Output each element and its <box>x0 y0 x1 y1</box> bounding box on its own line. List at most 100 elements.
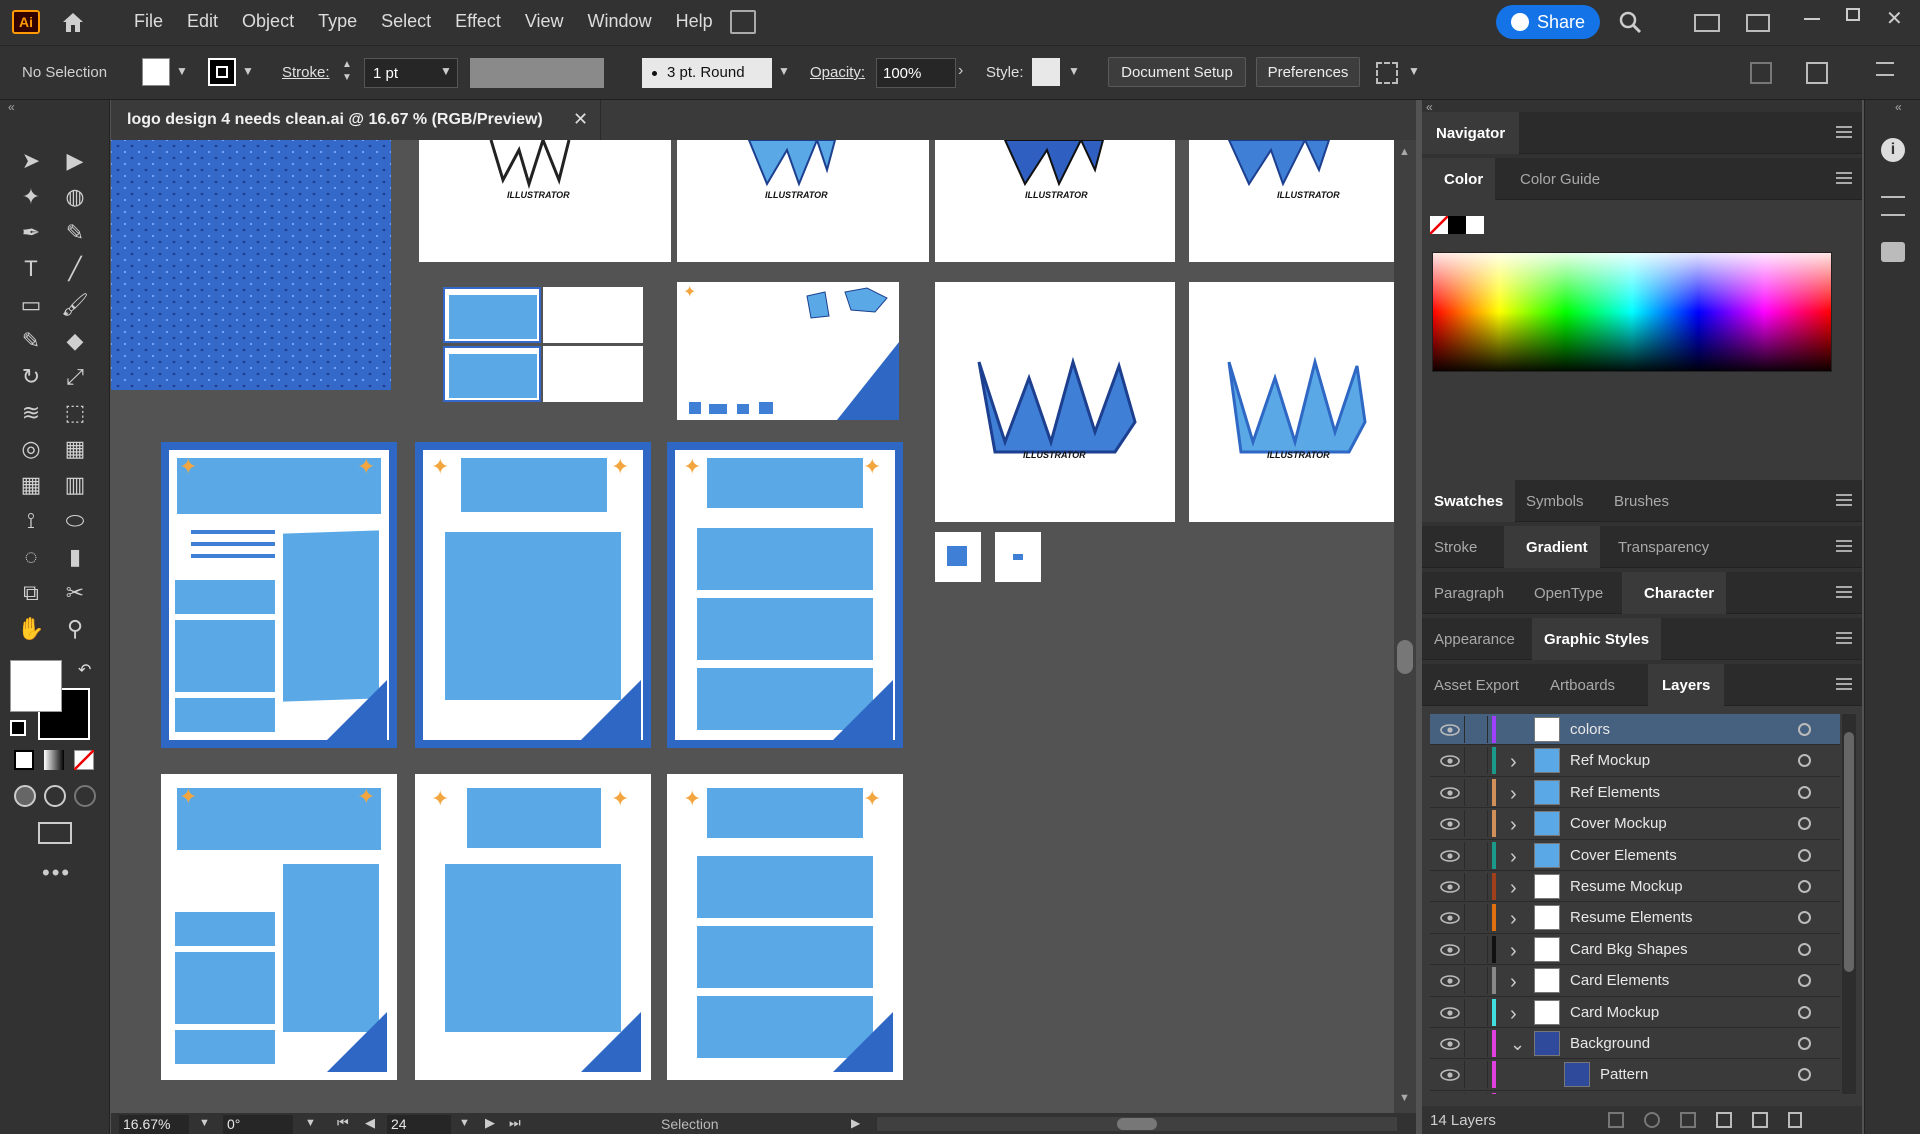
eyedropper-tool-icon[interactable]: ⟟ <box>14 506 48 536</box>
target-circle-icon[interactable] <box>1798 1037 1811 1050</box>
transform-dropdown-icon[interactable]: ▼ <box>1408 64 1420 78</box>
tab-gradient[interactable]: Gradient <box>1504 526 1600 568</box>
layer-name[interactable]: colors <box>1570 721 1610 738</box>
layer-name[interactable]: Ref Elements <box>1570 784 1660 801</box>
chevron-right-icon[interactable]: › <box>1510 783 1524 805</box>
elements-artboard[interactable]: ✦ <box>677 282 899 420</box>
lasso-tool-icon[interactable]: ◍ <box>58 182 92 212</box>
gradient-tool-icon[interactable]: ▥ <box>58 470 92 500</box>
layer-name[interactable]: Resume Elements <box>1570 909 1693 926</box>
symbol-sprayer-tool-icon[interactable]: ◌ <box>14 542 48 572</box>
zoom-input[interactable]: 16.67% <box>119 1115 189 1134</box>
lock-toggle[interactable] <box>1464 967 1488 995</box>
artboard-canvas[interactable]: ILLUSTRATOR ILLUSTRATOR ILLUSTRATOR ILLU… <box>111 140 1394 1113</box>
variable-width-profile[interactable] <box>470 58 604 88</box>
share-button[interactable]: Share <box>1496 5 1600 39</box>
width-tool-icon[interactable]: ≋ <box>14 398 48 428</box>
layer-name[interactable]: Cover Mockup <box>1570 815 1667 832</box>
panel-menu-icon[interactable] <box>1876 62 1894 76</box>
next-artboard-icon[interactable]: ▶ <box>485 1115 495 1131</box>
preferences-button[interactable]: Preferences <box>1256 57 1360 87</box>
layer-name[interactable]: Card Bkg Shapes <box>1570 941 1688 958</box>
menu-file[interactable]: File <box>134 11 163 32</box>
new-sublayer-icon[interactable] <box>1716 1112 1732 1128</box>
horizontal-scroll-thumb[interactable] <box>1117 1118 1157 1130</box>
chevron-right-icon[interactable]: › <box>1510 814 1524 836</box>
layer-row[interactable]: › Cover Elements <box>1430 840 1840 871</box>
style-dropdown-icon[interactable]: ▼ <box>1068 64 1080 78</box>
screen-mode-icon[interactable] <box>38 822 72 844</box>
status-menu-icon[interactable]: ▶ <box>851 1116 860 1130</box>
white-swatch[interactable] <box>1466 216 1484 234</box>
layer-row[interactable]: Pattern <box>1430 1059 1840 1091</box>
tab-asset-export[interactable]: Asset Export <box>1422 664 1531 706</box>
none-mode-icon[interactable] <box>74 750 94 770</box>
menu-view[interactable]: View <box>525 11 564 32</box>
chevron-right-icon[interactable]: › <box>1510 877 1524 899</box>
logo-artboard-5[interactable]: ILLUSTRATOR <box>935 282 1175 522</box>
swap-colors-icon[interactable]: ↶ <box>78 660 91 680</box>
zoom-tool-icon[interactable]: ⚲ <box>58 614 92 644</box>
opacity-input[interactable]: 100% <box>876 58 956 88</box>
opacity-arrow-icon[interactable]: › <box>958 62 963 80</box>
visibility-eye-icon[interactable] <box>1440 880 1460 893</box>
direct-selection-tool-icon[interactable]: ▶ <box>58 146 92 176</box>
business-card-back-1[interactable] <box>543 287 643 343</box>
business-card-front-1[interactable] <box>443 287 541 343</box>
search-icon[interactable] <box>1618 10 1642 34</box>
slice-tool-icon[interactable]: ✂ <box>58 578 92 608</box>
layer-row[interactable]: › Cover Mockup <box>1430 808 1840 840</box>
layer-row[interactable]: colors <box>1430 714 1840 746</box>
layer-row[interactable]: ⌄ Background <box>1430 1028 1840 1060</box>
layers-scrollbar[interactable] <box>1842 714 1856 1094</box>
line-segment-tool-icon[interactable]: ╱ <box>58 254 92 284</box>
target-circle-icon[interactable] <box>1798 1005 1811 1019</box>
tab-appearance[interactable]: Appearance <box>1422 618 1527 660</box>
type-tool-icon[interactable]: T <box>14 254 48 284</box>
adjustments-icon[interactable] <box>1881 196 1905 216</box>
panel-menu-icon[interactable] <box>1836 678 1852 690</box>
layer-row[interactable]: › Ref Mockup <box>1430 745 1840 777</box>
touch-workspace-icon[interactable] <box>730 10 756 34</box>
stroke-stepper[interactable]: ▲ ▼ <box>342 58 362 88</box>
logo-artboard-2[interactable]: ILLUSTRATOR <box>677 140 929 262</box>
brush-dropdown-icon[interactable]: ▼ <box>778 64 790 78</box>
lock-toggle[interactable] <box>1464 778 1488 806</box>
locate-object-icon[interactable] <box>1644 1112 1660 1128</box>
pen-tool-icon[interactable]: ✒ <box>14 218 48 248</box>
target-circle-icon[interactable] <box>1798 723 1811 736</box>
layer-name[interactable]: Cover Elements <box>1570 847 1677 864</box>
tab-stroke[interactable]: Stroke <box>1422 526 1489 568</box>
draw-behind-icon[interactable] <box>44 785 66 807</box>
layers-scroll-thumb[interactable] <box>1844 732 1854 972</box>
perspective-grid-tool-icon[interactable]: ▦ <box>58 434 92 464</box>
chevron-right-icon[interactable]: › <box>1510 908 1524 930</box>
target-circle-icon[interactable] <box>1798 911 1811 925</box>
color-mode-icon[interactable] <box>14 750 34 770</box>
lock-toggle[interactable] <box>1464 841 1488 869</box>
visibility-eye-icon[interactable] <box>1440 817 1460 830</box>
layer-row[interactable]: › Resume Mockup <box>1430 871 1840 903</box>
properties-icon[interactable]: i <box>1881 138 1905 162</box>
tab-layers[interactable]: Layers <box>1648 664 1725 706</box>
document-setup-button[interactable]: Document Setup <box>1108 57 1246 87</box>
restore-icon[interactable] <box>1846 8 1860 21</box>
rectangle-tool-icon[interactable]: ▭ <box>14 290 48 320</box>
resume-mockup-artboard[interactable]: ✦ ✦ <box>161 442 397 748</box>
lock-toggle[interactable] <box>1464 904 1488 932</box>
target-circle-icon[interactable] <box>1798 817 1811 831</box>
layer-name[interactable]: Ref Mockup <box>1570 752 1650 769</box>
vertical-scrollbar[interactable]: ▲ ▼ <box>1394 140 1416 1113</box>
panel-menu-icon[interactable] <box>1836 632 1852 644</box>
previous-artboard-icon[interactable]: ◀ <box>365 1115 375 1131</box>
fill-dropdown-icon[interactable]: ▼ <box>176 64 188 78</box>
rotate-dropdown-icon[interactable]: ▼ <box>305 1117 316 1129</box>
business-card-front-2[interactable] <box>443 346 541 402</box>
lock-toggle[interactable] <box>1464 1030 1488 1057</box>
panel-menu-icon[interactable] <box>1836 540 1852 552</box>
visibility-eye-icon[interactable] <box>1440 1068 1460 1082</box>
artboard-dropdown-icon[interactable]: ▼ <box>459 1117 470 1129</box>
zoom-dropdown-icon[interactable]: ▼ <box>199 1117 210 1129</box>
menu-window[interactable]: Window <box>588 11 652 32</box>
business-card-back-2[interactable] <box>543 346 643 402</box>
